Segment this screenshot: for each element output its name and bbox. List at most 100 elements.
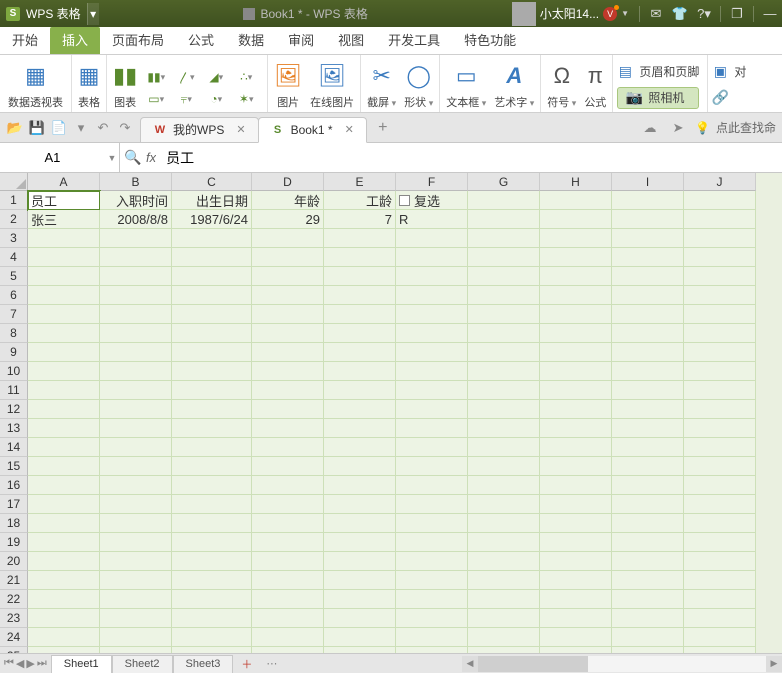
cell-C9[interactable] (172, 343, 252, 362)
row-header-6[interactable]: 6 (0, 286, 28, 305)
cell-C24[interactable] (172, 628, 252, 647)
restore-window-icon[interactable]: ❐ (729, 6, 745, 22)
row-header-3[interactable]: 3 (0, 229, 28, 248)
cell-D16[interactable] (252, 476, 324, 495)
cell-A10[interactable] (28, 362, 100, 381)
cell-F12[interactable] (396, 400, 468, 419)
cell-A21[interactable] (28, 571, 100, 590)
cell-I13[interactable] (612, 419, 684, 438)
new-tab-button[interactable]: + (372, 117, 394, 139)
sheet-prev-icon[interactable]: ◀ (16, 657, 24, 670)
object-button[interactable]: ▣对 (712, 61, 746, 83)
col-header-J[interactable]: J (684, 173, 756, 191)
tab-book1[interactable]: S Book1 * ✕ (258, 117, 367, 143)
cloud-icon[interactable]: ☁ (639, 117, 661, 139)
row-header-20[interactable]: 20 (0, 552, 28, 571)
cell-B20[interactable] (100, 552, 172, 571)
pie-chart-icon[interactable]: ◔ (203, 90, 229, 108)
menu-tab-审阅[interactable]: 审阅 (276, 27, 326, 54)
cell-C1[interactable]: 出生日期 (172, 191, 252, 210)
cell-D9[interactable] (252, 343, 324, 362)
horizontal-scrollbar[interactable]: ◀▶ (462, 656, 782, 672)
cell-I12[interactable] (612, 400, 684, 419)
pivot-table-button[interactable]: ▦ 数据透视表 (0, 55, 72, 112)
cell-F2[interactable]: R (396, 210, 468, 229)
cell-A1[interactable]: 员工 (28, 191, 100, 210)
cell-E10[interactable] (324, 362, 396, 381)
cell-B11[interactable] (100, 381, 172, 400)
cell-G13[interactable] (468, 419, 540, 438)
cell-J16[interactable] (684, 476, 756, 495)
cell-G5[interactable] (468, 267, 540, 286)
cell-G17[interactable] (468, 495, 540, 514)
cell-A4[interactable] (28, 248, 100, 267)
cell-I9[interactable] (612, 343, 684, 362)
cell-C12[interactable] (172, 400, 252, 419)
cell-H9[interactable] (540, 343, 612, 362)
cell-B9[interactable] (100, 343, 172, 362)
row-header-19[interactable]: 19 (0, 533, 28, 552)
cell-F10[interactable] (396, 362, 468, 381)
shapes-button[interactable]: ◯ 形状 (404, 60, 433, 110)
row-header-1[interactable]: 1 (0, 191, 28, 210)
cell-C23[interactable] (172, 609, 252, 628)
hyperlink-button[interactable]: 🔗 (712, 87, 746, 109)
redo-icon[interactable]: ↷ (114, 117, 136, 139)
cell-J23[interactable] (684, 609, 756, 628)
cell-B10[interactable] (100, 362, 172, 381)
user-name[interactable]: 小太阳14... (540, 5, 599, 22)
cell-B19[interactable] (100, 533, 172, 552)
cell-I4[interactable] (612, 248, 684, 267)
cell-E12[interactable] (324, 400, 396, 419)
cell-D22[interactable] (252, 590, 324, 609)
cell-A9[interactable] (28, 343, 100, 362)
row-header-24[interactable]: 24 (0, 628, 28, 647)
row-header-15[interactable]: 15 (0, 457, 28, 476)
row-header-22[interactable]: 22 (0, 590, 28, 609)
cell-F19[interactable] (396, 533, 468, 552)
header-footer-button[interactable]: ▤页眉和页脚 (617, 61, 699, 83)
search-commands[interactable]: 点此查找命 (716, 119, 776, 136)
cell-D21[interactable] (252, 571, 324, 590)
cell-B7[interactable] (100, 305, 172, 324)
cell-F17[interactable] (396, 495, 468, 514)
cell-E2[interactable]: 7 (324, 210, 396, 229)
table-button[interactable]: ▦ 表格 (72, 55, 107, 112)
cell-G20[interactable] (468, 552, 540, 571)
column-headers[interactable]: ABCDEFGHIJ (28, 173, 756, 191)
cell-A16[interactable] (28, 476, 100, 495)
zoom-formula-icon[interactable]: 🔍 (120, 149, 146, 166)
cell-G23[interactable] (468, 609, 540, 628)
cell-A17[interactable] (28, 495, 100, 514)
row-header-9[interactable]: 9 (0, 343, 28, 362)
cell-B13[interactable] (100, 419, 172, 438)
cell-J1[interactable] (684, 191, 756, 210)
close-tab-icon[interactable]: ✕ (345, 123, 354, 136)
cell-I21[interactable] (612, 571, 684, 590)
menu-tab-特色功能[interactable]: 特色功能 (452, 27, 528, 54)
cell-E6[interactable] (324, 286, 396, 305)
cell-I16[interactable] (612, 476, 684, 495)
cell-B22[interactable] (100, 590, 172, 609)
cell-A20[interactable] (28, 552, 100, 571)
cell-F11[interactable] (396, 381, 468, 400)
cell-I6[interactable] (612, 286, 684, 305)
cell-D24[interactable] (252, 628, 324, 647)
cell-F4[interactable] (396, 248, 468, 267)
row-header-5[interactable]: 5 (0, 267, 28, 286)
sheet-first-icon[interactable]: ⏮ (4, 657, 14, 670)
cell-E20[interactable] (324, 552, 396, 571)
app-menu-dropdown[interactable]: ▾ (87, 3, 99, 25)
cell-A13[interactable] (28, 419, 100, 438)
cell-E16[interactable] (324, 476, 396, 495)
save-icon[interactable]: 💾 (26, 117, 48, 139)
cell-J6[interactable] (684, 286, 756, 305)
radar-chart-icon[interactable]: ✶ (233, 90, 259, 108)
image-button[interactable]: 🖼 图片 (274, 60, 302, 110)
row-header-21[interactable]: 21 (0, 571, 28, 590)
cell-A24[interactable] (28, 628, 100, 647)
cell-E14[interactable] (324, 438, 396, 457)
cell-C17[interactable] (172, 495, 252, 514)
cell-B4[interactable] (100, 248, 172, 267)
spreadsheet-grid[interactable]: ABCDEFGHIJ 12345678910111213141516171819… (0, 173, 782, 673)
